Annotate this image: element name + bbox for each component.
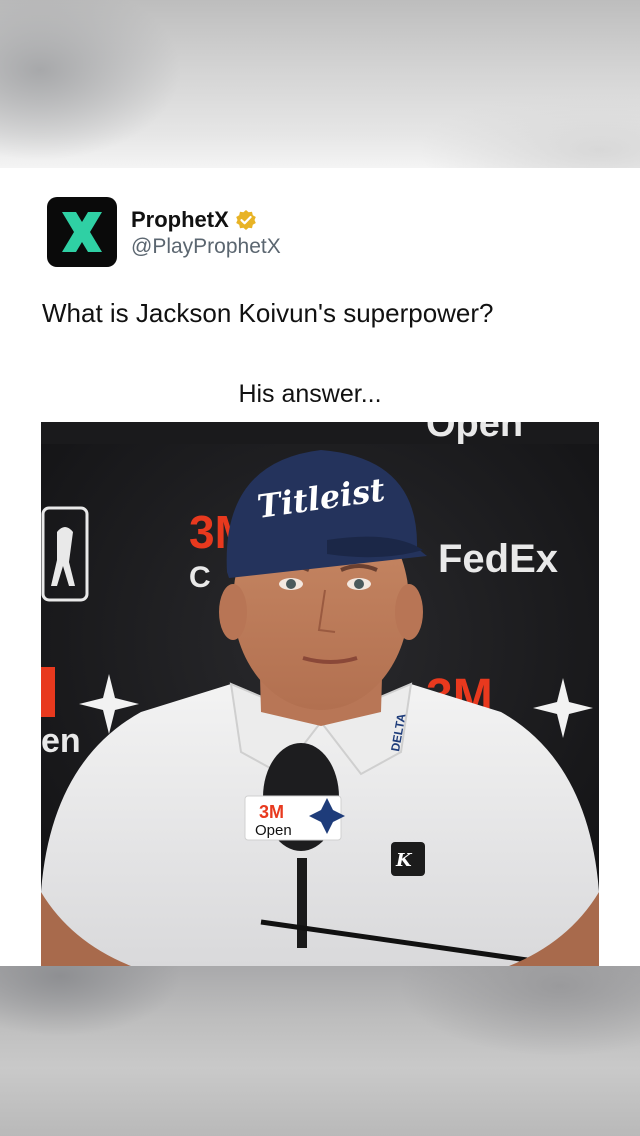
svg-text:K: K: [395, 850, 413, 871]
mic-flag-open: Open: [255, 822, 292, 839]
author-name-row: ProphetX: [131, 206, 257, 234]
handle[interactable]: @PlayProphetX: [131, 235, 281, 259]
screen: ProphetX @PlayProphetX What is Jackson K…: [0, 0, 640, 1136]
display-name[interactable]: ProphetX: [131, 207, 229, 233]
video-frame: Open 3M 3M FedEx en C DELTA K Titleist 3…: [41, 422, 599, 966]
mic-flag-3m: 3M: [259, 802, 284, 822]
blurred-video-top: [0, 0, 640, 168]
backdrop-fedex-logo: FedEx: [438, 537, 558, 581]
prophetx-logo-icon: [62, 212, 102, 252]
backdrop-open-text: Open: [426, 422, 523, 445]
svg-text:en: en: [41, 722, 81, 760]
tweet-text: What is Jackson Koivun's superpower?: [42, 298, 494, 328]
tweet-card[interactable]: ProphetX @PlayProphetX What is Jackson K…: [0, 168, 640, 966]
blurred-video-bottom: [0, 966, 640, 1136]
video-caption: His answer...: [238, 380, 382, 408]
video-player[interactable]: Open 3M 3M FedEx en C DELTA K Titleist 3…: [41, 422, 599, 966]
svg-text:C: C: [189, 561, 211, 594]
avatar[interactable]: [47, 197, 117, 267]
verified-badge-icon: [235, 210, 256, 230]
